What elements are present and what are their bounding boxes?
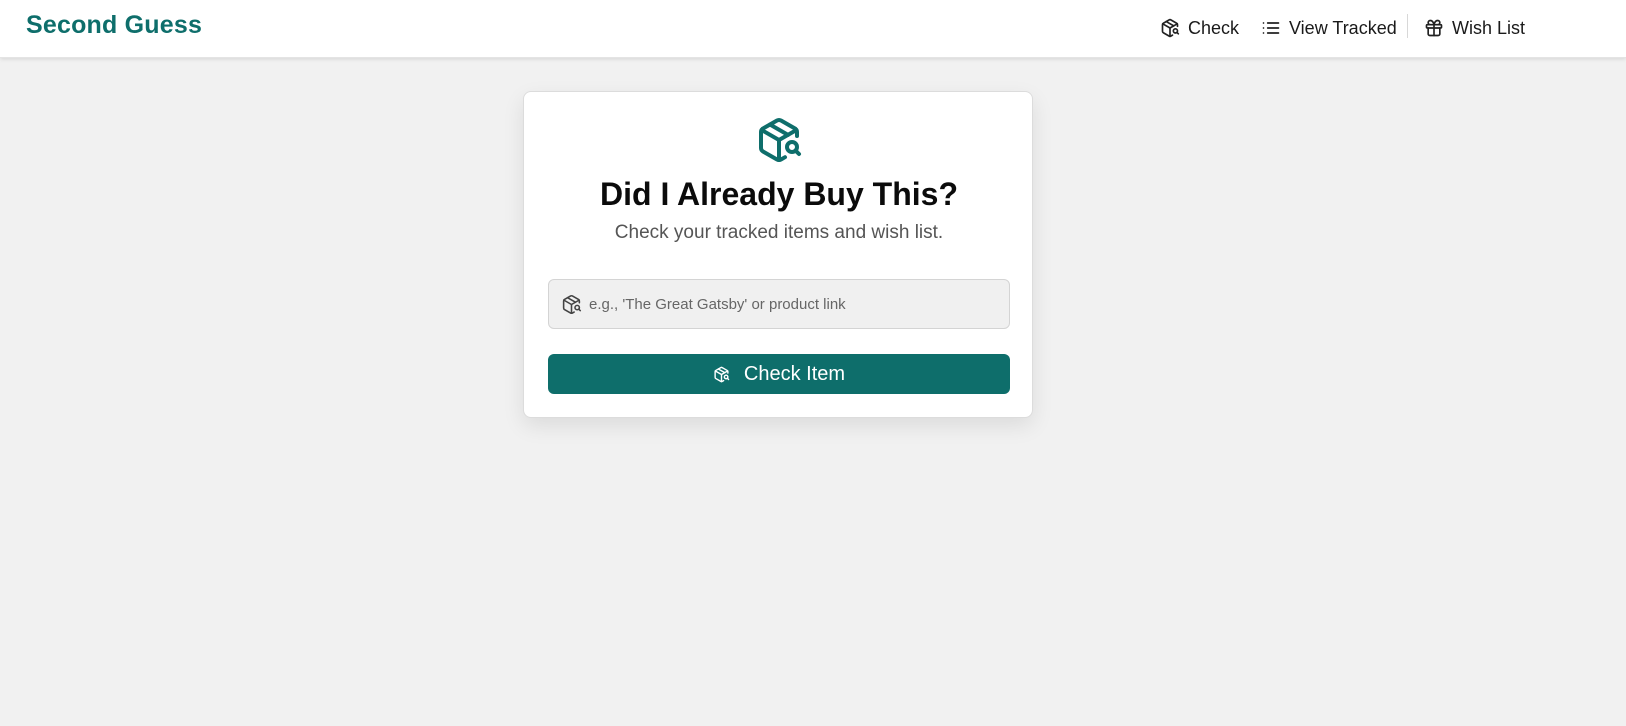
main-nav: Check View Tracked Wish List bbox=[0, 0, 1626, 58]
nav-item-check[interactable]: Check bbox=[1160, 14, 1239, 42]
nav-label: Check bbox=[1188, 17, 1240, 38]
package-search-icon bbox=[1161, 18, 1180, 38]
check-card: Did I Already Buy This? Check your track… bbox=[523, 91, 1033, 418]
nav-divider bbox=[1407, 14, 1408, 38]
list-icon bbox=[1262, 22, 1280, 34]
search-input[interactable] bbox=[589, 280, 1004, 328]
package-search-icon bbox=[562, 294, 582, 315]
nav-item-view-tracked[interactable]: View Tracked bbox=[1261, 14, 1397, 42]
package-search-icon bbox=[714, 366, 730, 382]
package-search-icon bbox=[759, 118, 801, 162]
gift-icon bbox=[1425, 19, 1443, 37]
nav-item-wish-list[interactable]: Wish List bbox=[1424, 14, 1525, 42]
nav-label: Wish List bbox=[1452, 17, 1526, 38]
top-navbar: Second Guess Check View Tracked Wish Lis… bbox=[0, 0, 1626, 58]
page-subtitle: Check your tracked items and wish list. bbox=[614, 222, 944, 243]
check-item-button[interactable]: Check Item bbox=[548, 354, 1010, 394]
page-title: Did I Already Buy This? bbox=[600, 176, 958, 212]
check-item-label: Check Item bbox=[743, 362, 846, 385]
nav-label: View Tracked bbox=[1289, 17, 1397, 38]
search-field[interactable] bbox=[548, 279, 1010, 329]
